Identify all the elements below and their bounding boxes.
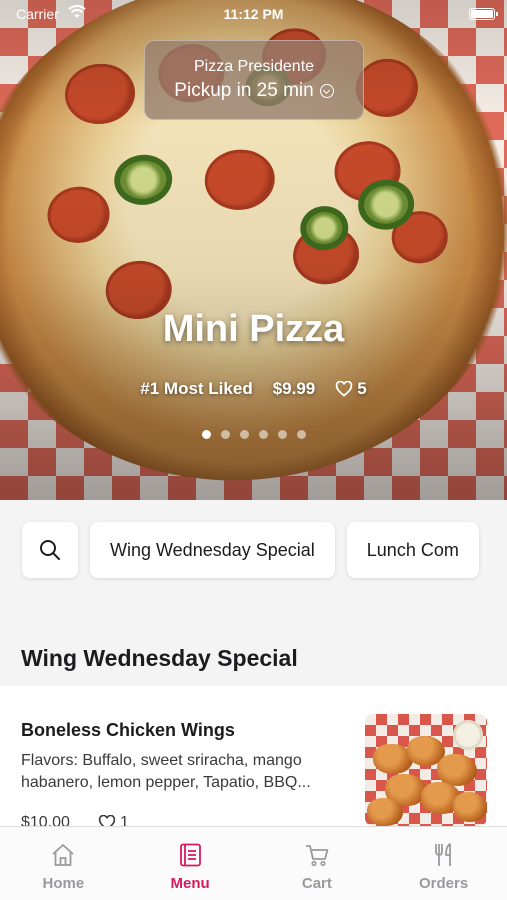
- most-liked-badge: #1 Most Liked: [140, 379, 253, 398]
- store-name: Pizza Presidente: [193, 58, 315, 75]
- hero-banner[interactable]: Carrier 11:12 PM Pizza Presidente Pickup…: [0, 0, 507, 500]
- pickup-selector[interactable]: Pizza Presidente Pickup in 25 min: [144, 40, 364, 120]
- clock: 11:12 PM: [223, 6, 284, 22]
- carousel-dot[interactable]: [239, 430, 249, 439]
- tab-bar: Home Menu Cart Orders: [0, 826, 507, 900]
- tab-menu[interactable]: Menu: [127, 827, 254, 900]
- carousel-dot[interactable]: [277, 430, 287, 439]
- orders-icon: [434, 843, 451, 866]
- carousel-dot[interactable]: [296, 430, 306, 439]
- battery-icon: [469, 8, 498, 20]
- tab-menu-label: Menu: [170, 875, 210, 892]
- carousel-dot[interactable]: [201, 430, 211, 439]
- category-bar: Wing Wednesday Special Lunch Com: [22, 522, 479, 578]
- section-title: Wing Wednesday Special: [21, 645, 298, 671]
- carousel-dot[interactable]: [258, 430, 268, 439]
- carousel-dots[interactable]: [0, 430, 507, 439]
- menu-item-description: Flavors: Buffalo, sweet sriracha, mango …: [21, 752, 311, 791]
- pickup-eta: Pickup in 25 min: [174, 80, 334, 102]
- pickup-eta-label: Pickup in 25 min: [174, 80, 314, 101]
- category-chip-wing-wednesday[interactable]: Wing Wednesday Special: [90, 522, 335, 578]
- status-bar: Carrier 11:12 PM: [0, 4, 507, 24]
- heart-icon: [336, 381, 353, 397]
- category-chip-lunch[interactable]: Lunch Com: [346, 522, 479, 578]
- tab-orders[interactable]: Orders: [380, 827, 507, 900]
- tab-orders-label: Orders: [419, 875, 469, 892]
- featured-item-price: $9.99: [272, 379, 316, 398]
- tab-home-label: Home: [42, 875, 85, 892]
- menu-item-name: Boneless Chicken Wings: [21, 720, 235, 740]
- featured-item-meta: #1 Most Liked $9.99 5: [0, 379, 507, 399]
- cart-icon: [305, 845, 329, 867]
- home-icon: [52, 844, 74, 866]
- featured-likes-count: 5: [357, 379, 367, 398]
- search-button[interactable]: [22, 522, 78, 578]
- chevron-down-icon: [319, 84, 334, 98]
- tab-home[interactable]: Home: [0, 827, 127, 900]
- menu-icon: [180, 843, 202, 867]
- menu-item-card[interactable]: Boneless Chicken Wings Flavors: Buffalo,…: [0, 686, 507, 836]
- featured-item-title: Mini Pizza: [162, 308, 345, 350]
- tab-cart-label: Cart: [301, 875, 332, 892]
- search-icon: [40, 540, 60, 560]
- carousel-dot[interactable]: [220, 430, 230, 439]
- menu-item-photo: [365, 714, 487, 826]
- tab-cart[interactable]: Cart: [254, 827, 381, 900]
- featured-item-likes: 5: [335, 379, 367, 399]
